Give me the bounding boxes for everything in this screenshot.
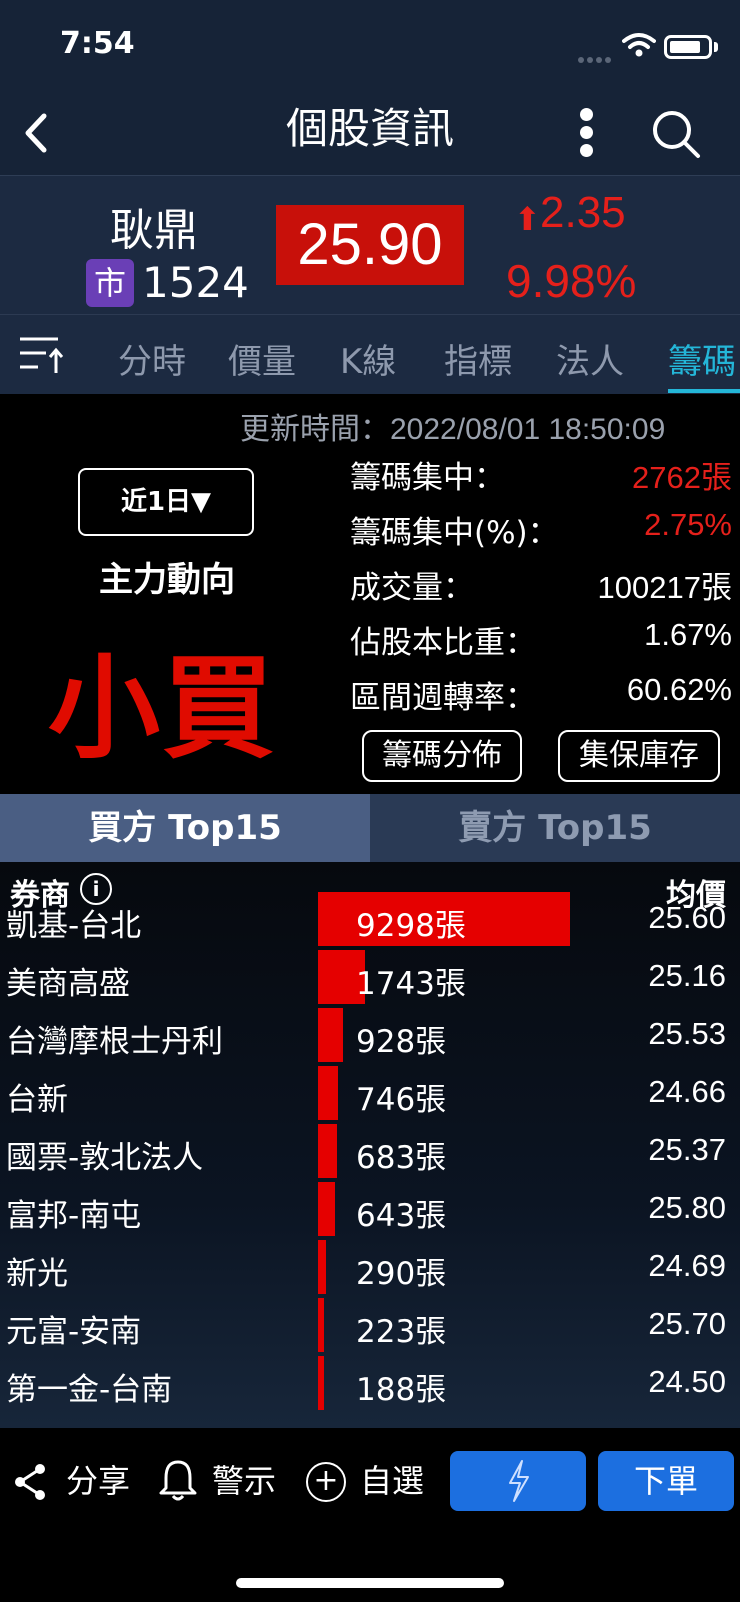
- broker-name: 台灣摩根士丹利: [6, 1024, 223, 1060]
- volume-bar: [318, 1182, 335, 1236]
- tab-chips[interactable]: 籌碼: [668, 334, 736, 383]
- lightning-icon: [509, 1460, 529, 1502]
- tab-buyers-top15[interactable]: 買方 Top15: [0, 794, 370, 862]
- home-indicator: [236, 1578, 504, 1588]
- table-row[interactable]: 凱基-台北 9298張 25.60: [0, 888, 740, 948]
- broker-quantity: 9298張: [356, 908, 466, 944]
- stat-value-concentration: 2762張: [632, 460, 732, 495]
- volume-bar: [318, 1240, 326, 1294]
- stock-code: 1524: [142, 258, 249, 307]
- table-row[interactable]: 富邦-南屯 643張 25.80: [0, 1178, 740, 1238]
- market-badge: 市: [86, 259, 134, 307]
- broker-name: 國票-敦北法人: [6, 1140, 204, 1176]
- broker-avg-price: 24.69: [648, 1248, 726, 1283]
- broker-name: 元富-安南: [6, 1314, 142, 1350]
- battery-icon: [664, 35, 712, 59]
- table-row[interactable]: 新光 290張 24.69: [0, 1236, 740, 1296]
- active-tab-indicator: [668, 389, 740, 393]
- more-vertical-icon[interactable]: [568, 104, 604, 160]
- wifi-icon: [622, 33, 656, 57]
- broker-quantity: 928張: [356, 1024, 447, 1060]
- broker-avg-price: 25.37: [648, 1132, 726, 1167]
- status-time: 7:54: [60, 26, 135, 61]
- share-icon[interactable]: [12, 1462, 48, 1502]
- stat-value-capital-ratio: 1.67%: [644, 617, 732, 652]
- broker-name: 新光: [6, 1256, 68, 1292]
- tab-indicators[interactable]: 指標: [444, 334, 512, 383]
- volume-bar: [318, 1124, 337, 1178]
- stock-name: 耿鼎: [110, 205, 198, 256]
- watchlist-button[interactable]: 自選: [360, 1456, 424, 1502]
- price-change: 2.35: [540, 188, 626, 237]
- main-force-label: 主力動向: [99, 560, 235, 600]
- broker-avg-price: 24.66: [648, 1074, 726, 1109]
- broker-name: 富邦-南屯: [6, 1198, 142, 1234]
- table-row[interactable]: 國票-敦北法人 683張 25.37: [0, 1120, 740, 1180]
- stat-label-volume: 成交量：: [350, 570, 474, 606]
- table-row[interactable]: 台新 746張 24.66: [0, 1062, 740, 1122]
- broker-quantity: 746張: [356, 1082, 447, 1118]
- broker-avg-price: 25.70: [648, 1306, 726, 1341]
- broker-avg-price: 24.50: [648, 1364, 726, 1399]
- share-button[interactable]: 分享: [66, 1456, 130, 1502]
- volume-bar: [318, 1298, 324, 1352]
- search-icon[interactable]: [648, 106, 704, 162]
- update-time: 更新時間：2022/08/01 18:50:09: [240, 413, 666, 446]
- alert-button[interactable]: 警示: [212, 1456, 276, 1502]
- page-title: 個股資訊: [285, 104, 454, 153]
- stat-value-volume: 100217張: [597, 570, 732, 605]
- tab-institutional[interactable]: 法人: [556, 334, 624, 383]
- broker-avg-price: 25.53: [648, 1016, 726, 1051]
- table-row[interactable]: 元富-安南 223張 25.70: [0, 1294, 740, 1354]
- broker-quantity: 683張: [356, 1140, 447, 1176]
- broker-quantity: 643張: [356, 1198, 447, 1234]
- volume-bar: [318, 1008, 343, 1062]
- main-force-value: 小買: [48, 644, 276, 774]
- stock-price: 25.90: [297, 212, 443, 277]
- broker-quantity: 1743張: [356, 966, 466, 1002]
- plus-circle-icon[interactable]: +: [306, 1462, 346, 1502]
- battery-tip: [714, 42, 718, 52]
- broker-name: 第一金-台南: [6, 1372, 173, 1408]
- up-arrow-icon: ⬆: [514, 200, 541, 238]
- period-dropdown[interactable]: 近1日▼: [78, 468, 254, 536]
- broker-name: 美商高盛: [6, 966, 130, 1002]
- tab-time-share[interactable]: 分時: [118, 334, 186, 383]
- table-row[interactable]: 美商高盛 1743張 25.16: [0, 946, 740, 1006]
- broker-avg-price: 25.16: [648, 958, 726, 993]
- table-row[interactable]: 第一金-台南 188張 24.50: [0, 1352, 740, 1412]
- broker-quantity: 290張: [356, 1256, 447, 1292]
- quick-trade-button[interactable]: [450, 1451, 586, 1511]
- custody-inventory-button[interactable]: 集保庫存: [558, 730, 720, 782]
- tab-sellers-top15[interactable]: 賣方 Top15: [370, 794, 740, 862]
- broker-avg-price: 25.80: [648, 1190, 726, 1225]
- volume-bar: [318, 1356, 324, 1410]
- bell-icon[interactable]: [158, 1458, 198, 1502]
- price-change-percent: 9.98%: [506, 255, 637, 307]
- cellular-signal-icon: [578, 48, 614, 63]
- broker-name: 凱基-台北: [6, 908, 142, 944]
- stat-label-concentration: 籌碼集中：: [350, 460, 505, 496]
- stat-label-capital-ratio: 佔股本比重：: [350, 625, 536, 661]
- broker-avg-price: 25.60: [648, 900, 726, 935]
- tab-kline[interactable]: K線: [340, 334, 396, 383]
- order-button[interactable]: 下單: [598, 1451, 734, 1511]
- volume-bar: [318, 1066, 338, 1120]
- sort-menu-icon[interactable]: [18, 333, 64, 375]
- tab-price-volume[interactable]: 價量: [228, 334, 296, 383]
- chip-distribution-button[interactable]: 籌碼分佈: [362, 730, 522, 782]
- stat-value-turnover: 60.62%: [626, 672, 732, 707]
- broker-quantity: 188張: [356, 1372, 447, 1408]
- stat-value-concentration-pct: 2.75%: [644, 507, 732, 542]
- broker-name: 台新: [6, 1082, 68, 1118]
- table-row[interactable]: 台灣摩根士丹利 928張 25.53: [0, 1004, 740, 1064]
- stat-label-turnover: 區間週轉率：: [350, 680, 536, 716]
- stat-label-concentration-pct: 籌碼集中(%)：: [350, 515, 559, 551]
- broker-quantity: 223張: [356, 1314, 447, 1350]
